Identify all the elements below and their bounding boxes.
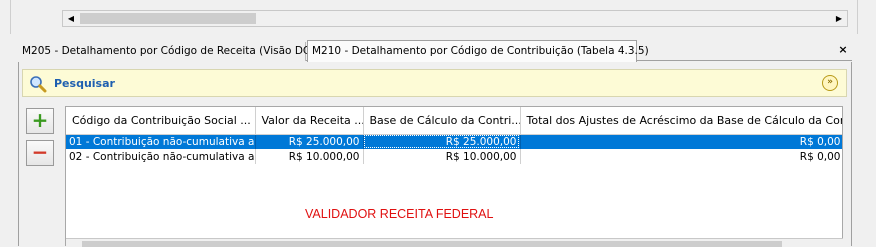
- data-table: Código da Contribuição Social ... Valor …: [65, 106, 843, 246]
- cell-total-ajustes[interactable]: R$ 0,00: [520, 134, 842, 149]
- scrollbar-thumb[interactable]: [80, 13, 256, 24]
- top-panel-right-border: [857, 0, 858, 34]
- top-panel-left-border: [10, 0, 11, 34]
- table-horizontal-scrollbar[interactable]: [66, 238, 843, 247]
- tab-content-panel: Pesquisar » + − Código da Contribuição S…: [18, 62, 852, 247]
- table-row[interactable]: 01 - Contribuição não-cumulativa ap... R…: [66, 134, 842, 149]
- column-header-codigo[interactable]: Código da Contribuição Social ...: [66, 107, 256, 135]
- search-label[interactable]: Pesquisar: [54, 77, 115, 90]
- tab-m205[interactable]: M205 - Detalhamento por Código de Receit…: [18, 42, 327, 61]
- cell-valor-receita[interactable]: R$ 10.000,00: [255, 149, 364, 164]
- cell-valor-receita[interactable]: R$ 25.000,00: [255, 134, 364, 149]
- cell-base-calculo[interactable]: R$ 10.000,00: [363, 149, 521, 164]
- cell-total-ajustes[interactable]: R$ 0,00: [520, 149, 842, 164]
- scroll-right-arrow-icon[interactable]: ▶: [831, 11, 847, 26]
- top-horizontal-scrollbar[interactable]: ◀ ▶: [62, 10, 848, 27]
- cell-codigo[interactable]: 02 - Contribuição não-cumulativa ap...: [66, 149, 256, 164]
- column-header-base-calculo[interactable]: Base de Cálculo da Contri...: [363, 107, 521, 135]
- magnifier-icon: [30, 76, 47, 93]
- watermark-text: VALIDADOR RECEITA FEDERAL: [305, 207, 494, 221]
- scrollbar-thumb[interactable]: [82, 241, 782, 247]
- search-bar[interactable]: Pesquisar »: [22, 69, 847, 97]
- table-row[interactable]: 02 - Contribuição não-cumulativa ap... R…: [66, 149, 842, 164]
- column-header-valor-receita[interactable]: Valor da Receita ...: [255, 107, 364, 135]
- scroll-left-arrow-icon[interactable]: ◀: [63, 11, 79, 26]
- tab-m210[interactable]: M210 - Detalhamento por Código de Contri…: [307, 40, 649, 62]
- column-header-total-ajustes[interactable]: Total dos Ajustes de Acréscimo da Base d…: [520, 107, 842, 135]
- expand-chevron-icon[interactable]: »: [822, 75, 838, 91]
- remove-row-button[interactable]: −: [26, 140, 54, 166]
- close-tab-icon[interactable]: ×: [836, 42, 850, 58]
- tab-bar: M205 - Detalhamento por Código de Receit…: [18, 40, 852, 62]
- cell-codigo[interactable]: 01 - Contribuição não-cumulativa ap...: [66, 134, 256, 149]
- cell-base-calculo[interactable]: R$ 25.000,00: [363, 134, 521, 149]
- add-row-button[interactable]: +: [26, 108, 54, 134]
